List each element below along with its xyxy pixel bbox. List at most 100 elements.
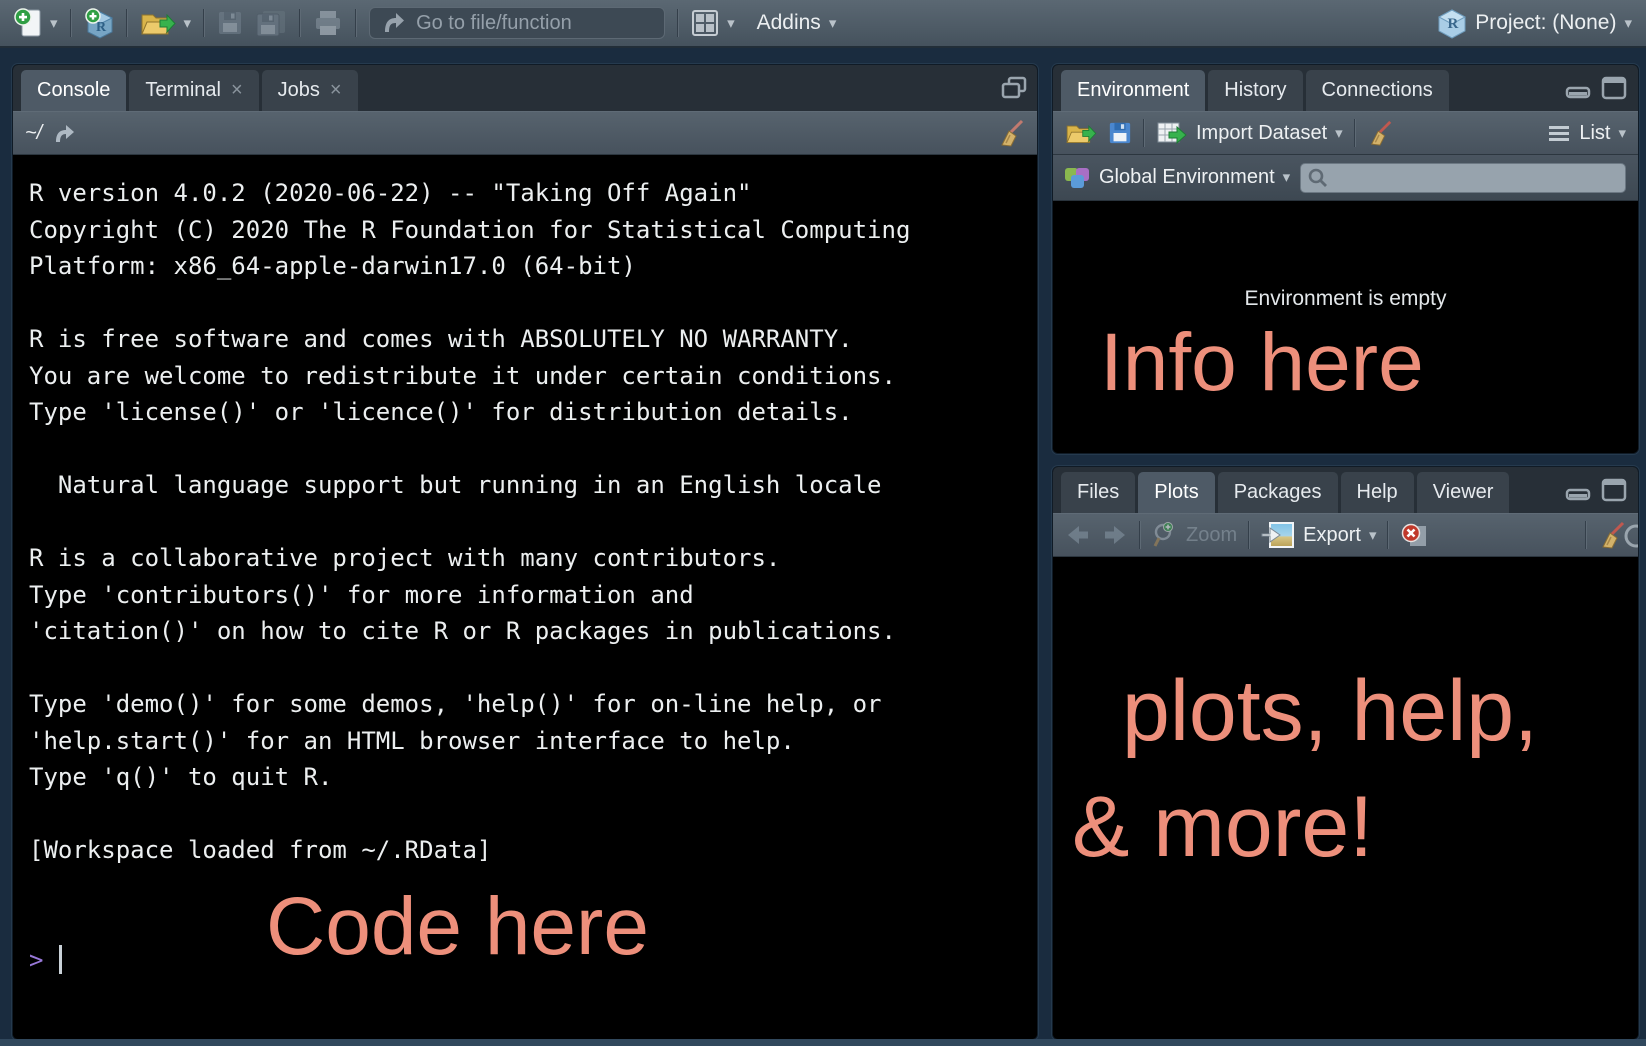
annotation-plots-help-line1: plots, help,	[1122, 668, 1538, 754]
tab-connections[interactable]: Connections	[1306, 70, 1449, 111]
annotation-plots-help-line2: & more!	[1072, 784, 1373, 870]
new-file-button[interactable]: ▾	[14, 7, 58, 39]
close-icon[interactable]: ×	[231, 79, 243, 102]
window-bottom-edge	[0, 1039, 1646, 1046]
global-environment-icon	[1063, 165, 1091, 191]
minimize-panel-icon[interactable]	[1564, 478, 1592, 502]
console-path-label[interactable]: ~/	[25, 122, 42, 145]
print-button[interactable]	[313, 9, 343, 37]
chevron-down-icon: ▾	[829, 16, 837, 31]
save-all-icon	[255, 9, 287, 37]
remove-plot-icon[interactable]	[1400, 522, 1430, 548]
import-dataset-icon	[1156, 120, 1188, 146]
addins-label: Addins	[757, 11, 821, 35]
tab-viewer[interactable]: Viewer	[1417, 472, 1510, 513]
maximize-panel-icon[interactable]	[1600, 76, 1628, 100]
tab-help[interactable]: Help	[1341, 472, 1414, 513]
toolbar-separator	[1387, 521, 1389, 549]
save-icon	[217, 10, 243, 36]
zoom-plot-button[interactable]: Zoom	[1152, 522, 1237, 548]
tab-jobs-label: Jobs	[278, 79, 320, 102]
project-r-cube-icon: R	[1437, 7, 1467, 39]
export-plot-button[interactable]: Export ▾	[1261, 521, 1376, 549]
tab-history[interactable]: History	[1208, 70, 1302, 111]
environment-tabbar: Environment History Connections	[1053, 65, 1638, 111]
goto-file-placeholder: Go to file/function	[416, 12, 572, 35]
load-workspace-folder-icon[interactable]	[1065, 120, 1097, 146]
previous-plot-icon[interactable]	[1065, 523, 1091, 547]
panes-grid-icon	[691, 9, 719, 37]
tab-terminal-label: Terminal	[145, 79, 221, 102]
import-dataset-button[interactable]: Import Dataset ▾	[1156, 120, 1343, 146]
console-output: R version 4.0.2 (2020-06-22) -- "Taking …	[13, 155, 1037, 869]
toolbar-separator	[355, 9, 357, 37]
plots-toolbar: Zoom Export ▾	[1053, 513, 1638, 557]
goto-arrow-icon	[380, 10, 406, 36]
new-project-button[interactable]: R	[84, 7, 114, 39]
clear-console-broom-icon[interactable]	[997, 119, 1025, 147]
list-view-icon	[1547, 123, 1571, 143]
tab-console[interactable]: Console	[21, 70, 126, 111]
clear-objects-broom-icon[interactable]	[1367, 120, 1393, 146]
tab-history-label: History	[1224, 79, 1286, 102]
toolbar-separator	[203, 9, 205, 37]
project-menu-button[interactable]: R Project: (None) ▾	[1437, 7, 1632, 39]
console-cursor	[59, 945, 62, 974]
open-folder-icon	[140, 8, 176, 38]
chevron-down-icon: ▾	[184, 16, 192, 31]
tab-plots-label: Plots	[1154, 481, 1198, 504]
chevron-down-icon: ▾	[1618, 126, 1626, 141]
list-view-button[interactable]: List ▾	[1547, 122, 1626, 145]
plots-tabbar: Files Plots Packages Help Viewer	[1053, 467, 1638, 513]
goto-file-input[interactable]: Go to file/function	[369, 7, 665, 39]
tab-packages[interactable]: Packages	[1218, 472, 1338, 513]
environment-empty-message: Environment is empty	[1053, 287, 1638, 311]
tab-plots[interactable]: Plots	[1138, 472, 1214, 513]
environment-search-input[interactable]	[1300, 163, 1626, 193]
tab-packages-label: Packages	[1234, 481, 1322, 504]
search-icon	[1307, 167, 1329, 189]
tab-viewer-label: Viewer	[1433, 481, 1494, 504]
panes-layout-button[interactable]: ▾	[691, 9, 735, 37]
console-toolbar: ~/	[13, 111, 1037, 155]
zoom-plot-label: Zoom	[1186, 524, 1237, 547]
environment-scope-button[interactable]: Global Environment ▾	[1063, 165, 1290, 191]
tab-jobs[interactable]: Jobs ×	[262, 70, 358, 111]
tab-terminal[interactable]: Terminal ×	[129, 70, 258, 111]
environment-toolbar: Import Dataset ▾ List ▾	[1053, 111, 1638, 155]
svg-text:R: R	[1448, 16, 1459, 32]
tab-connections-label: Connections	[1322, 79, 1433, 102]
tab-help-label: Help	[1357, 481, 1398, 504]
next-plot-icon[interactable]	[1102, 523, 1128, 547]
console-path-arrow-icon[interactable]	[53, 121, 77, 145]
chevron-down-icon: ▾	[1335, 126, 1343, 141]
tab-environment[interactable]: Environment	[1061, 70, 1205, 111]
new-project-icon: R	[84, 7, 114, 39]
minimize-panel-icon[interactable]	[1564, 76, 1592, 100]
refresh-plots-icon[interactable]	[1622, 522, 1639, 550]
list-view-label: List	[1579, 122, 1610, 145]
save-workspace-icon[interactable]	[1108, 121, 1132, 145]
save-all-button[interactable]	[255, 9, 287, 37]
close-icon[interactable]: ×	[330, 79, 342, 102]
addins-button[interactable]: Addins ▾	[757, 11, 837, 35]
console-tabbar: Console Terminal × Jobs ×	[13, 65, 1037, 111]
toolbar-separator	[677, 9, 679, 37]
toolbar-separator	[70, 9, 72, 37]
chevron-down-icon: ▾	[1283, 170, 1291, 185]
maximize-panel-icon[interactable]	[1600, 478, 1628, 502]
restore-panel-icon[interactable]	[1001, 76, 1027, 100]
save-button[interactable]	[217, 10, 243, 36]
chevron-down-icon: ▾	[50, 16, 58, 31]
open-file-button[interactable]: ▾	[140, 8, 192, 38]
environment-scope-row: Global Environment ▾	[1053, 155, 1638, 201]
chevron-down-icon: ▾	[727, 16, 735, 31]
toolbar-separator	[1585, 521, 1587, 549]
import-dataset-label: Import Dataset	[1196, 122, 1327, 145]
export-plot-label: Export	[1303, 524, 1361, 547]
annotation-code-here: Code here	[266, 886, 649, 968]
tab-files[interactable]: Files	[1061, 472, 1135, 513]
console-prompt: >	[29, 946, 43, 974]
project-label: Project: (None)	[1475, 11, 1616, 35]
tab-environment-label: Environment	[1077, 79, 1189, 102]
